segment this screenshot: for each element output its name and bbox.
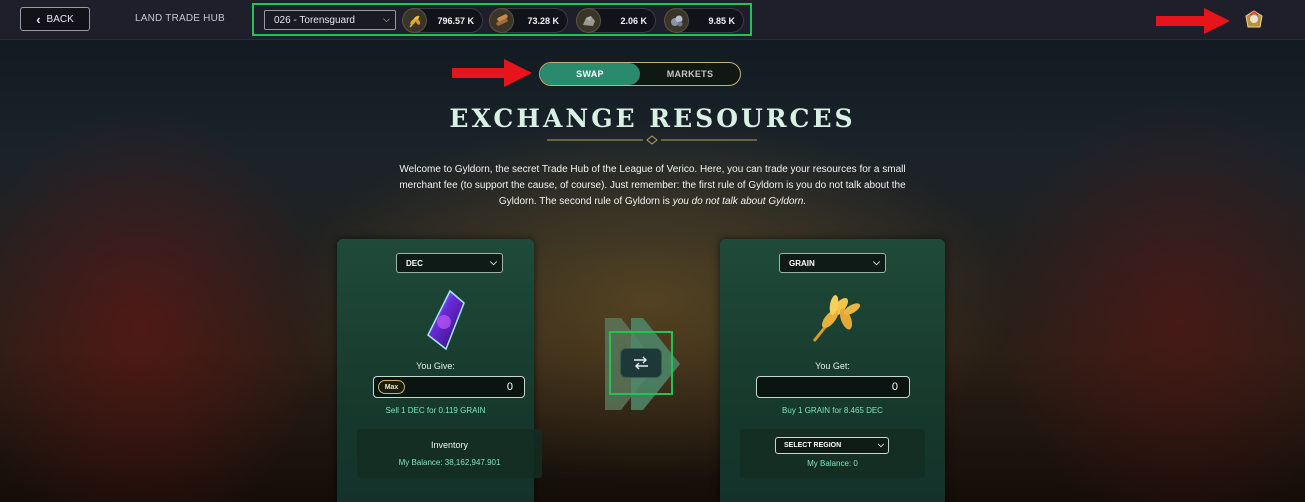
swap-direction-button[interactable]: [620, 348, 662, 378]
chevron-left-icon: ‹: [36, 11, 41, 27]
chevron-down-icon: ⌵: [873, 257, 880, 267]
intro-body: Welcome to Gyldorn, the secret Trade Hub…: [399, 164, 906, 207]
resource-value-iron: 9.85 K: [708, 15, 735, 26]
inventory-box: Inventory My Balance: 38,162,947.901: [357, 429, 542, 478]
get-balance: My Balance: 0: [807, 459, 858, 468]
iron-icon: [664, 8, 689, 33]
ornament-divider: [547, 135, 757, 145]
get-amount-value: 0: [891, 381, 898, 393]
resource-value-wood: 73.28 K: [527, 15, 559, 26]
red-arrow-annotation-tabs: [452, 59, 532, 87]
get-label: You Get:: [815, 361, 850, 371]
give-currency-dropdown[interactable]: DEC ⌵: [396, 253, 503, 273]
max-button[interactable]: Max: [378, 380, 405, 394]
give-label: You Give:: [416, 361, 455, 371]
resource-pill-stone: 2.06 K: [576, 8, 656, 33]
profile-avatar-icon[interactable]: [1243, 9, 1265, 31]
page-title: LAND TRADE HUB: [135, 13, 225, 24]
give-currency-value: DEC: [406, 258, 423, 268]
resource-bar: 026 - Torensguard ⌵ 796.57 K 73.28 K 2.0…: [252, 3, 752, 36]
give-card: DEC ⌵ You Give: Max 0 Sell 1 DEC for 0.1…: [337, 239, 542, 502]
intro-emphasis: you do not talk about Gyldorn.: [672, 196, 807, 207]
resource-pill-iron: 9.85 K: [664, 8, 744, 33]
get-currency-value: GRAIN: [789, 258, 815, 268]
grain-icon: [812, 295, 861, 342]
get-region-box: SELECT REGION ⌵ My Balance: 0: [740, 429, 925, 478]
page-heading: EXCHANGE RESOURCES: [449, 104, 856, 133]
tab-markets[interactable]: MARKETS: [640, 63, 740, 85]
chevron-down-icon: ⌵: [383, 14, 390, 24]
give-amount-value: 0: [506, 381, 513, 393]
give-amount-input[interactable]: Max 0: [373, 376, 525, 398]
resource-value-grain: 796.57 K: [437, 15, 474, 26]
swap-arrows-icon: [634, 356, 648, 370]
stone-icon: [576, 8, 601, 33]
red-arrow-annotation: [1156, 8, 1230, 34]
tab-swap[interactable]: SWAP: [540, 63, 640, 85]
view-tabs: SWAP MARKETS: [539, 62, 741, 86]
resource-value-stone: 2.06 K: [620, 15, 647, 26]
inventory-title: Inventory: [430, 440, 469, 450]
select-region-value: SELECT REGION: [784, 442, 842, 449]
get-rate: Buy 1 GRAIN for 8.465 DEC: [782, 406, 883, 415]
top-bar: ‹ BACK LAND TRADE HUB 026 - Torensguard …: [0, 0, 1305, 40]
back-label: BACK: [46, 13, 74, 25]
get-card: GRAIN ⌵ You Get: 0 Buy 1 GRAIN for 8.465…: [720, 239, 945, 502]
get-currency-dropdown[interactable]: GRAIN ⌵: [779, 253, 886, 273]
region-dropdown-value: 026 - Torensguard: [274, 14, 355, 26]
region-dropdown[interactable]: 026 - Torensguard ⌵: [264, 10, 396, 30]
resource-pill-grain: 796.57 K: [402, 8, 483, 33]
give-rate: Sell 1 DEC for 0.119 GRAIN: [385, 406, 486, 415]
back-button[interactable]: ‹ BACK: [20, 7, 90, 31]
grain-icon: [402, 8, 427, 33]
chevron-down-icon: ⌵: [877, 440, 884, 449]
resource-pill-wood: 73.28 K: [489, 8, 568, 33]
give-balance: My Balance: 38,162,947.901: [398, 458, 501, 467]
wood-icon: [489, 8, 514, 33]
select-region-dropdown[interactable]: SELECT REGION ⌵: [775, 437, 889, 454]
dec-crystal-icon: [427, 289, 465, 351]
chevron-down-icon: ⌵: [490, 257, 497, 267]
intro-text: Welcome to Gyldorn, the secret Trade Hub…: [395, 162, 910, 210]
get-amount-input[interactable]: 0: [756, 376, 910, 398]
